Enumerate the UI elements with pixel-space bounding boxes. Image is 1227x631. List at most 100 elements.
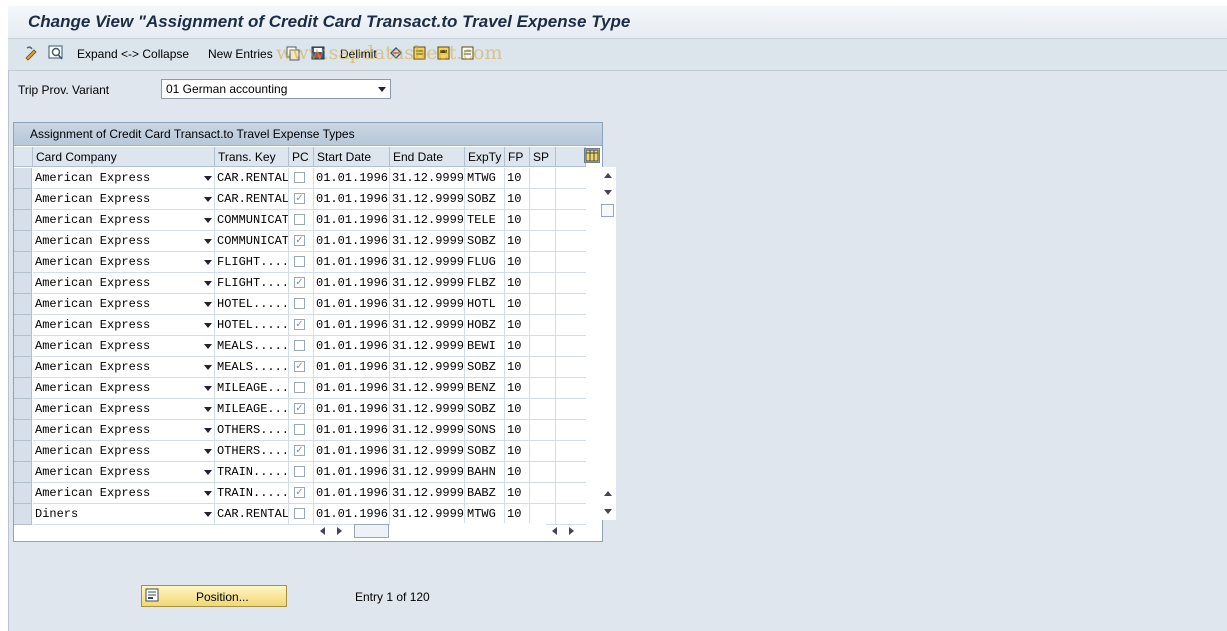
cell-sp[interactable] — [530, 168, 556, 189]
cell-fp[interactable]: 10 — [505, 420, 530, 441]
table-row[interactable]: American Express HOTEL..... ✓ 01.01.1996 31.… — [14, 315, 586, 336]
checkbox[interactable] — [294, 424, 305, 435]
cell-exp-type[interactable]: BEWI — [465, 336, 505, 357]
cell-exp-type[interactable]: BAHN — [465, 462, 505, 483]
horizontal-scroll-track[interactable] — [390, 523, 546, 539]
cell-sp[interactable] — [530, 378, 556, 399]
cell-fp[interactable]: 10 — [505, 399, 530, 420]
checkbox-checked[interactable]: ✓ — [294, 277, 305, 288]
scroll-page-up-icon[interactable] — [604, 491, 612, 496]
cell-exp-type[interactable]: FLBZ — [465, 273, 505, 294]
cell-pc[interactable] — [289, 336, 314, 357]
cell-exp-type[interactable]: MTWG — [465, 168, 505, 189]
trip-prov-variant-select[interactable]: 01 German accounting — [161, 79, 391, 99]
cell-sp[interactable] — [530, 336, 556, 357]
cell-pc[interactable]: ✓ — [289, 357, 314, 378]
table-row[interactable]: American Express FLIGHT.... ✓ 01.01.1996 31.… — [14, 273, 586, 294]
cell-exp-type[interactable]: SOBZ — [465, 231, 505, 252]
cell-start-date[interactable]: 01.01.1996 — [314, 168, 390, 189]
chevron-down-icon[interactable] — [204, 407, 212, 412]
cell-fp[interactable]: 10 — [505, 189, 530, 210]
scroll-right-icon[interactable] — [337, 527, 342, 535]
checkbox-checked[interactable]: ✓ — [294, 445, 305, 456]
table-row[interactable]: American Express CAR.RENTAL 01.01.1996 31.1… — [14, 168, 586, 189]
cell-trans-key[interactable]: CAR.RENTAL — [215, 189, 289, 210]
cell-end-date[interactable]: 31.12.9999 — [390, 483, 465, 504]
cell-card-company[interactable]: American Express — [33, 357, 215, 378]
cell-exp-type[interactable]: SOBZ — [465, 189, 505, 210]
cell-exp-type[interactable]: SOBZ — [465, 357, 505, 378]
cell-pc[interactable] — [289, 168, 314, 189]
cell-trans-key[interactable]: FLIGHT.... — [215, 273, 289, 294]
header-end-date[interactable]: End Date — [390, 147, 465, 167]
checkbox[interactable] — [294, 298, 305, 309]
cell-trans-key[interactable]: CAR.RENTAL — [215, 504, 289, 525]
cell-fp[interactable]: 10 — [505, 378, 530, 399]
cell-end-date[interactable]: 31.12.9999 — [390, 315, 465, 336]
horizontal-scrollbar-left[interactable] — [314, 523, 390, 539]
cell-fp[interactable]: 10 — [505, 315, 530, 336]
chevron-down-icon[interactable] — [204, 239, 212, 244]
row-selector[interactable] — [14, 441, 32, 462]
cell-sp[interactable] — [530, 399, 556, 420]
checkbox[interactable] — [294, 340, 305, 351]
cell-exp-type[interactable]: SOBZ — [465, 399, 505, 420]
cell-card-company[interactable]: American Express — [33, 441, 215, 462]
cell-start-date[interactable]: 01.01.1996 — [314, 420, 390, 441]
cell-pc[interactable] — [289, 504, 314, 525]
cell-pc[interactable] — [289, 378, 314, 399]
cell-trans-key[interactable]: FLIGHT.... — [215, 252, 289, 273]
cell-start-date[interactable]: 01.01.1996 — [314, 483, 390, 504]
table-row[interactable]: American Express MILEAGE... ✓ 01.01.1996 31.… — [14, 399, 586, 420]
cell-pc[interactable] — [289, 294, 314, 315]
cell-fp[interactable]: 10 — [505, 357, 530, 378]
cell-trans-key[interactable]: CAR.RENTAL — [215, 168, 289, 189]
cell-pc[interactable] — [289, 252, 314, 273]
header-pc[interactable]: PC — [289, 147, 314, 167]
cell-exp-type[interactable]: HOBZ — [465, 315, 505, 336]
scroll-up-icon[interactable] — [604, 173, 612, 178]
table-row[interactable]: American Express OTHERS.... 01.01.1996 31.1… — [14, 420, 586, 441]
scroll-left-end-icon[interactable] — [552, 527, 557, 535]
cell-trans-key[interactable]: MEALS..... — [215, 336, 289, 357]
cell-card-company[interactable]: American Express — [33, 273, 215, 294]
cell-start-date[interactable]: 01.01.1996 — [314, 462, 390, 483]
cell-start-date[interactable]: 01.01.1996 — [314, 189, 390, 210]
table-row[interactable]: Diners CAR.RENTAL 01.01.1996 31.12.9999 MTWG… — [14, 504, 586, 525]
row-selector[interactable] — [14, 273, 32, 294]
cell-end-date[interactable]: 31.12.9999 — [390, 420, 465, 441]
column-settings-icon[interactable] — [584, 148, 600, 163]
cell-card-company[interactable]: American Express — [33, 336, 215, 357]
row-selector[interactable] — [14, 294, 32, 315]
checkbox-checked[interactable]: ✓ — [294, 403, 305, 414]
horizontal-scrollbar-right[interactable] — [546, 523, 586, 539]
chevron-down-icon[interactable] — [204, 512, 212, 517]
cell-start-date[interactable]: 01.01.1996 — [314, 210, 390, 231]
cell-end-date[interactable]: 31.12.9999 — [390, 252, 465, 273]
cell-exp-type[interactable]: BENZ — [465, 378, 505, 399]
cell-exp-type[interactable]: SONS — [465, 420, 505, 441]
cell-end-date[interactable]: 31.12.9999 — [390, 399, 465, 420]
table-row[interactable]: American Express COMMUNICAT ✓ 01.01.1996 31.… — [14, 231, 586, 252]
cell-start-date[interactable]: 01.01.1996 — [314, 315, 390, 336]
cell-fp[interactable]: 10 — [505, 168, 530, 189]
cell-sp[interactable] — [530, 441, 556, 462]
row-selector[interactable] — [14, 315, 32, 336]
cell-fp[interactable]: 10 — [505, 336, 530, 357]
chevron-down-icon[interactable] — [378, 87, 386, 92]
checkbox[interactable] — [294, 256, 305, 267]
cell-fp[interactable]: 10 — [505, 441, 530, 462]
chevron-down-icon[interactable] — [204, 365, 212, 370]
cell-card-company[interactable]: American Express — [33, 189, 215, 210]
cell-start-date[interactable]: 01.01.1996 — [314, 252, 390, 273]
cell-fp[interactable]: 10 — [505, 231, 530, 252]
row-selector[interactable] — [14, 231, 32, 252]
cell-trans-key[interactable]: TRAIN..... — [215, 462, 289, 483]
table-row[interactable]: American Express MILEAGE... 01.01.1996 31.1… — [14, 378, 586, 399]
chevron-down-icon[interactable] — [204, 176, 212, 181]
cell-pc[interactable] — [289, 462, 314, 483]
checkbox[interactable] — [294, 214, 305, 225]
cell-start-date[interactable]: 01.01.1996 — [314, 231, 390, 252]
cell-card-company[interactable]: American Express — [33, 294, 215, 315]
cell-exp-type[interactable]: SOBZ — [465, 441, 505, 462]
